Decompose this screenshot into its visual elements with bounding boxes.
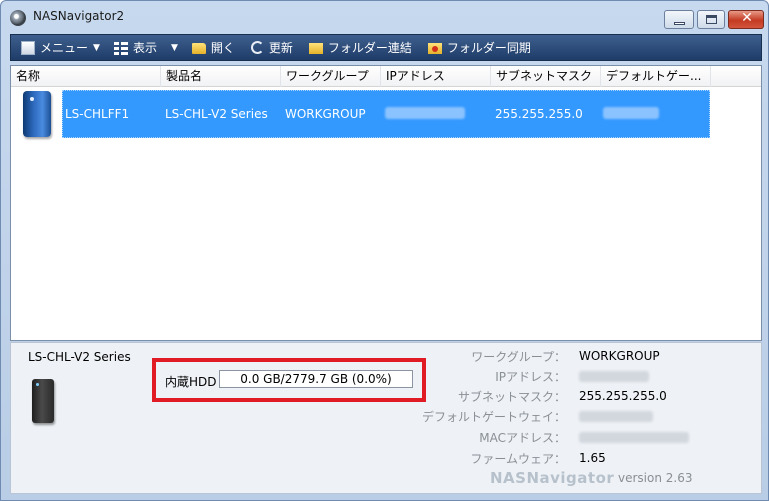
view-button[interactable]: 表示 ▼ [113,37,178,59]
mac-value [579,430,689,444]
hdd-label: 内蔵HDD [165,375,217,389]
folder-sync-button[interactable]: フォルダー同期 [427,37,531,59]
refresh-label: 更新 [268,41,293,55]
open-button[interactable]: 開く [191,37,235,59]
device-product: LS-CHL-V2 Series [165,107,268,121]
table-row[interactable]: LS-CHLFF1 LS-CHL-V2 Series WORKGROUP 255… [62,90,710,138]
column-header-name[interactable]: 名称 [11,66,161,87]
view-icon [113,40,128,55]
folder-link-icon [308,43,323,54]
device-subnet: 255.255.255.0 [495,107,583,121]
folder-sync-icon [427,43,442,54]
maximize-button[interactable] [697,10,725,29]
chevron-down-icon: ▼ [170,42,178,53]
device-name: LS-CHLFF1 [65,107,130,121]
menu-label: メニュー [40,41,89,55]
column-header-subnet[interactable]: サブネットマスク [491,66,601,87]
refresh-icon [250,41,264,54]
device-list[interactable]: 名称 製品名 ワークグループ IPアドレス サブネットマスク デフォルトゲー..… [10,65,762,341]
column-header-gateway[interactable]: デフォルトゲー... [601,66,711,87]
app-window: NASNavigator2 ✕ メニュー ▼ 表示 ▼ 開く 更新 フォルダー連… [0,0,769,501]
device-ip [385,107,465,122]
subnet-value: 255.255.255.0 [579,389,667,403]
folder-link-label: フォルダー連結 [327,41,412,55]
version-text: version 2.63 [618,471,693,485]
menu-button[interactable]: メニュー ▼ [21,37,100,59]
details-panel: LS-CHL-V2 Series 内蔵HDD 0.0 GB/2779.7 GB … [10,342,762,494]
gateway-value [579,409,653,423]
column-header-product[interactable]: 製品名 [161,66,281,87]
maximize-icon [706,15,717,24]
gateway-label: デフォルトゲートウェイ： [421,410,566,424]
folder-link-button[interactable]: フォルダー連結 [308,37,412,59]
workgroup-value: WORKGROUP [579,349,660,363]
brand-logo: NASNavigator [490,469,615,487]
column-headers: 名称 製品名 ワークグループ IPアドレス サブネットマスク デフォルトゲー..… [11,66,761,87]
ip-value [579,369,649,383]
folder-sync-label: フォルダー同期 [446,41,531,55]
minimize-icon [674,22,685,25]
minimize-button[interactable] [664,10,694,29]
column-header-workgroup[interactable]: ワークグループ [281,66,381,87]
device-gateway [603,107,659,122]
firmware-value: 1.65 [579,451,606,465]
open-label: 開く [210,41,235,55]
window-title: NASNavigator2 [33,9,125,23]
device-workgroup: WORKGROUP [285,107,366,121]
mac-label: MACアドレス： [479,431,566,445]
toolbar: メニュー ▼ 表示 ▼ 開く 更新 フォルダー連結 フォルダー同期 [10,34,762,61]
nas-device-icon [23,91,51,137]
view-label: 表示 [132,41,157,55]
info-labels: ワークグループ： IPアドレス： サブネットマスク： デフォルトゲートウェイ： … [371,348,566,478]
column-header-ip[interactable]: IPアドレス [381,66,491,87]
device-model: LS-CHL-V2 Series [28,350,131,364]
refresh-button[interactable]: 更新 [250,37,293,59]
folder-open-icon [191,43,206,54]
app-icon [10,10,26,26]
title-bar[interactable]: NASNavigator2 ✕ [1,1,768,33]
chevron-down-icon: ▼ [93,42,100,53]
workgroup-label: ワークグループ： [471,350,566,364]
subnet-label: サブネットマスク： [457,390,566,404]
ip-label: IPアドレス： [495,370,566,384]
close-icon: ✕ [741,10,753,26]
close-button[interactable]: ✕ [728,10,764,29]
menu-icon [21,40,35,55]
firmware-label: ファームウェア： [470,452,566,466]
nas-device-icon [32,379,54,423]
